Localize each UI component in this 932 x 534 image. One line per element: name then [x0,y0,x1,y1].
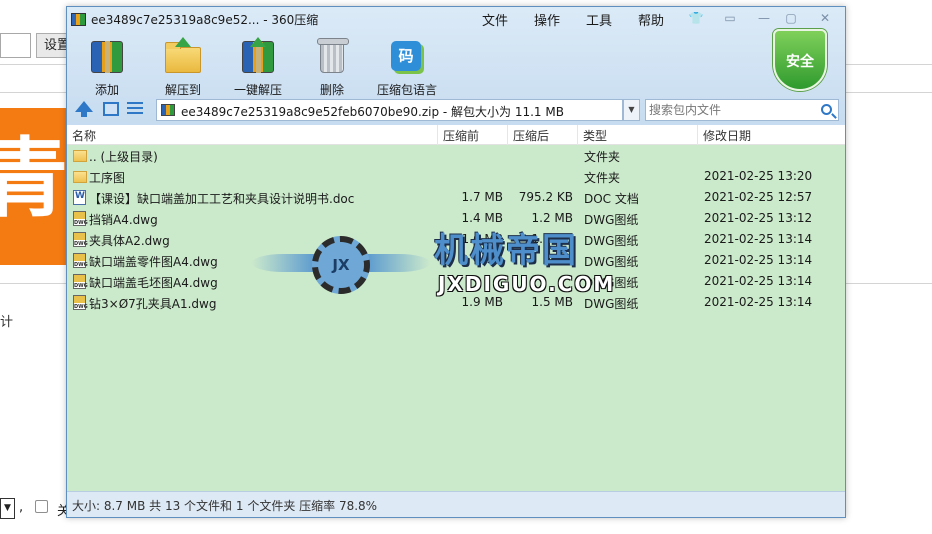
file-list-header: 名称 压缩前 压缩后 类型 修改日期 [67,125,845,145]
file-date: 2021-02-25 13:14 [704,295,813,309]
dwg-icon [73,274,88,289]
file-size-after: 795.2 KB [518,190,573,204]
archive-language-label: 压缩包语言 [376,83,437,97]
status-bar: 大小: 8.7 MB 共 13 个文件和 1 个文件夹 压缩率 78.8% [67,491,845,517]
file-date: 2021-02-25 12:57 [704,190,813,204]
file-name: 工序图 [89,171,126,185]
column-type[interactable]: 类型 [583,127,607,144]
file-type: DOC 文档 [584,192,639,206]
menu-tools[interactable]: 工具 [586,10,612,29]
file-type: 文件夹 [584,150,621,164]
file-name: 缺口端盖零件图A4.dwg [89,255,218,269]
skin-icon[interactable]: 👕 [687,11,705,26]
delete-button[interactable]: 删除 [292,37,372,98]
watermark-cn-text: 机械帝国 [434,231,578,271]
view-list-icon[interactable] [127,102,143,116]
dwg-icon [73,211,88,226]
menu-help[interactable]: 帮助 [638,10,664,29]
view-thumbnail-icon[interactable] [103,102,119,116]
banner-text: 青 [0,129,68,229]
maximize-button[interactable]: ▢ [782,11,800,26]
add-button[interactable]: 添加 [67,37,147,98]
column-name[interactable]: 名称 [72,127,96,144]
background-comma: , [19,500,24,515]
file-date: 2021-02-25 13:12 [704,211,813,225]
address-bar[interactable]: ee3489c7e25319a8c9e52feb6070be90.zip - 解… [156,99,704,121]
file-row[interactable]: 工序图 文件夹 2021-02-25 13:20 [67,166,845,187]
minimize-button[interactable]: — [755,11,773,26]
menu-file[interactable]: 文件 [482,10,508,29]
search-icon[interactable] [821,104,832,115]
file-name: 缺口端盖毛坯图A4.dwg [89,276,218,290]
file-name: 夹具体A2.dwg [89,234,170,248]
status-text: 大小: 8.7 MB 共 13 个文件和 1 个文件夹 压缩率 78.8% [72,499,378,513]
doc-icon [73,190,86,205]
extract-to-label: 解压到 [164,83,201,97]
dwg-icon [73,295,88,310]
file-date: 2021-02-25 13:20 [704,169,813,183]
trash-can-icon [312,37,352,77]
one-click-extract-icon [238,37,278,77]
column-modified-date[interactable]: 修改日期 [703,127,751,144]
delete-label: 删除 [319,83,344,97]
dwg-icon [73,232,88,247]
wing-left-icon [252,254,314,272]
security-shield-icon[interactable]: 安全 [773,29,827,93]
menu-operation[interactable]: 操作 [534,10,560,29]
watermark-emblem: JX [332,256,350,274]
file-date: 2021-02-25 13:14 [704,253,813,267]
add-label: 添加 [94,83,119,97]
app-icon [71,13,86,26]
security-badge-text: 安全 [786,54,814,70]
archive-language-button[interactable]: 码 压缩包语言 [367,37,447,98]
file-size-after: 1.2 MB [531,211,573,225]
watermark-logo: JX 机械帝国 JXDIGUO.COM [252,230,616,300]
background-checkbox[interactable] [35,500,48,513]
background-banner: 青 [0,108,70,265]
one-click-extract-button[interactable]: 一键解压 [218,37,298,98]
wing-right-icon [368,254,430,272]
archive-file-icon [161,104,175,116]
file-list: .. (上级目录)文件夹工序图文件夹2021-02-25 13:20【课设】缺口… [67,145,845,491]
extract-to-button[interactable]: 解压到 [143,37,223,98]
background-select[interactable]: ▼ [0,498,15,519]
column-size-before[interactable]: 压缩前 [443,127,479,144]
file-name: .. (上级目录) [89,150,158,164]
code-glyph: 码 [391,41,421,71]
file-row[interactable]: 挡销A4.dwg 1.4 MB 1.2 MB DWG图纸 2021-02-25 13:1… [67,208,845,229]
folder-icon [73,150,87,162]
file-name: 钻3×Ø7孔夹具A1.dwg [89,297,217,311]
file-size-before: 1.7 MB [461,190,503,204]
folder-icon [73,171,87,183]
search-box [645,99,839,121]
file-type: 文件夹 [584,171,621,185]
file-date: 2021-02-25 13:14 [704,274,813,288]
file-row[interactable]: .. (上级目录) 文件夹 [67,145,845,166]
file-name: 【课设】缺口端盖加工工艺和夹具设计说明书.doc [89,192,355,206]
gear-icon: JX [312,236,370,294]
add-archive-icon [87,37,127,77]
address-path: ee3489c7e25319a8c9e52feb6070be90.zip - 解… [181,105,564,119]
dwg-icon [73,253,88,268]
file-row[interactable]: 【课设】缺口端盖加工工艺和夹具设计说明书.doc 1.7 MB 795.2 KB DO… [67,187,845,208]
one-click-extract-label: 一键解压 [233,83,282,97]
file-name: 挡销A4.dwg [89,213,158,227]
background-input[interactable] [0,33,31,58]
window-topbar: ee3489c7e25319a8c9e52... - 360压缩 文件 操作 工… [67,7,845,125]
search-input[interactable] [649,102,815,118]
background-side-text: 计 [0,315,14,330]
close-button[interactable]: ✕ [816,11,834,26]
file-type: DWG图纸 [584,213,639,227]
up-arrow-icon[interactable] [75,101,93,117]
watermark-en-text: JXDIGUO.COM [438,272,616,296]
code-language-icon: 码 [387,37,427,77]
extract-to-icon [163,37,203,77]
address-dropdown-button[interactable]: ▼ [623,99,640,121]
feedback-icon[interactable]: ▭ [721,11,739,26]
file-size-before: 1.4 MB [461,211,503,225]
address-row: ee3489c7e25319a8c9e52feb6070be90.zip - 解… [67,97,845,123]
file-date: 2021-02-25 13:14 [704,232,813,246]
column-size-after[interactable]: 压缩后 [513,127,549,144]
window-title: ee3489c7e25319a8c9e52... - 360压缩 [91,13,319,27]
